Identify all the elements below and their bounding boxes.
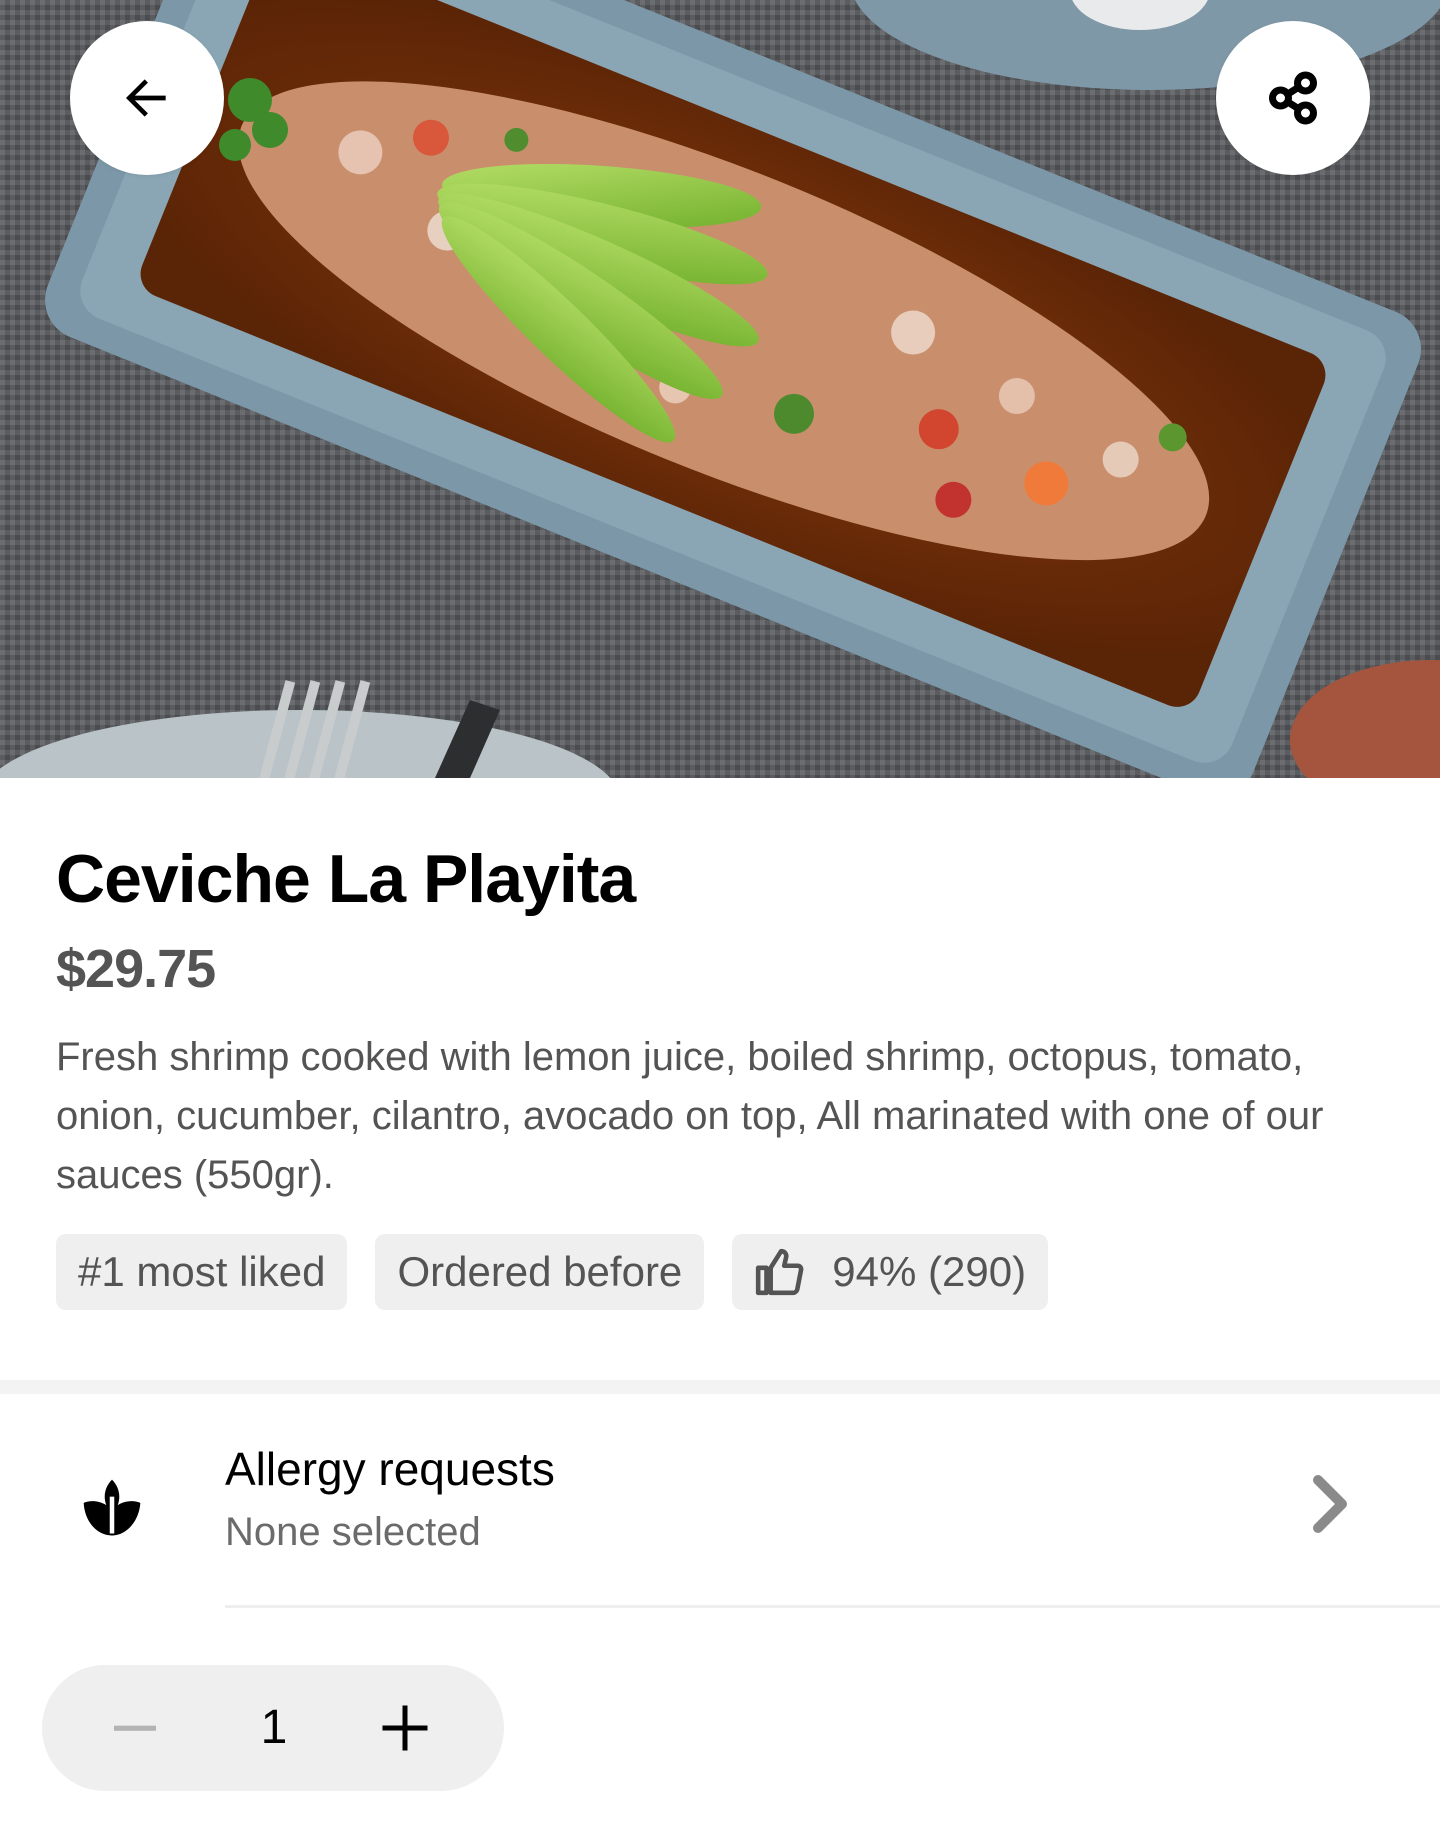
badge-ordered-before: Ordered before [375, 1234, 705, 1310]
increase-quantity-button[interactable] [342, 1665, 468, 1791]
arrow-left-icon [126, 79, 166, 117]
section-divider [0, 1380, 1440, 1394]
badge-most-liked: #1 most liked [56, 1234, 348, 1310]
share-icon [1268, 71, 1318, 125]
thumbs-up-icon [754, 1247, 804, 1297]
back-button[interactable] [70, 21, 224, 175]
quantity-value: 1 [260, 1701, 288, 1754]
chevron-right-icon [1313, 1475, 1347, 1533]
item-title: Ceviche La Playita [56, 841, 636, 917]
rating-text: 94% (290) [832, 1248, 1027, 1295]
allergy-title: Allergy requests [225, 1443, 555, 1495]
minus-icon [114, 1725, 156, 1731]
allergy-selection: None selected [225, 1510, 481, 1554]
allergy-requests-row[interactable]: Allergy requests None selected [0, 1394, 1440, 1606]
decrease-quantity-button[interactable] [72, 1665, 198, 1791]
item-badges: #1 most liked Ordered before 94% (290) [56, 1234, 1049, 1310]
plus-icon [382, 1705, 428, 1751]
item-hero-image [0, 0, 1440, 778]
leaf-icon [83, 1479, 141, 1536]
item-description: Fresh shrimp cooked with lemon juice, bo… [56, 1035, 1324, 1197]
share-button[interactable] [1216, 21, 1370, 175]
item-price: $29.75 [56, 939, 216, 999]
row-divider [225, 1605, 1440, 1608]
quantity-stepper[interactable]: 1 [42, 1665, 504, 1791]
badge-rating: 94% (290) [732, 1234, 1049, 1310]
